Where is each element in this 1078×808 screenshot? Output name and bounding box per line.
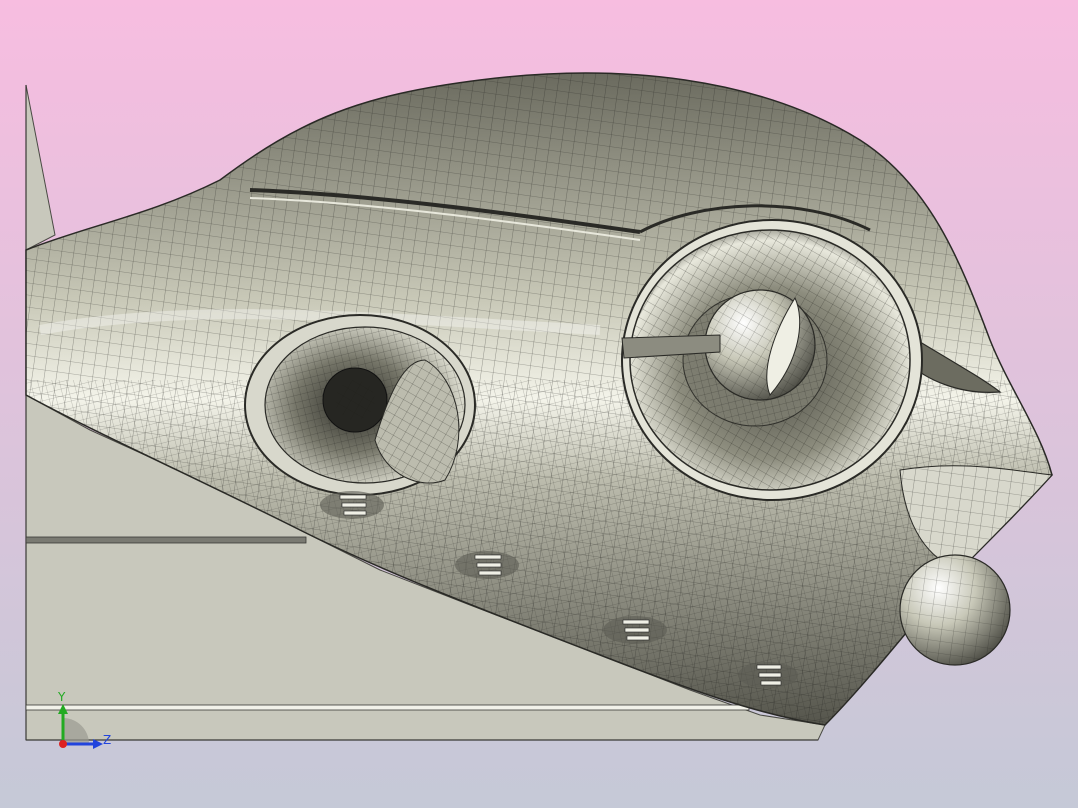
vent-2 (455, 551, 519, 579)
model-view[interactable]: Y Z (0, 0, 1078, 808)
y-axis-label: Y (57, 690, 66, 704)
graphics-viewport[interactable]: Y Z (0, 0, 1078, 808)
z-axis-label: Z (103, 733, 111, 747)
vent-1 (320, 491, 384, 519)
vent-4 (738, 662, 798, 688)
vent-3 (603, 616, 667, 644)
plane-bar-lower (25, 704, 750, 711)
x-axis-origin (59, 740, 67, 748)
small-eye-socket[interactable] (244, 314, 476, 496)
plane-bar-upper (25, 536, 307, 544)
large-eye-socket[interactable] (621, 219, 923, 501)
